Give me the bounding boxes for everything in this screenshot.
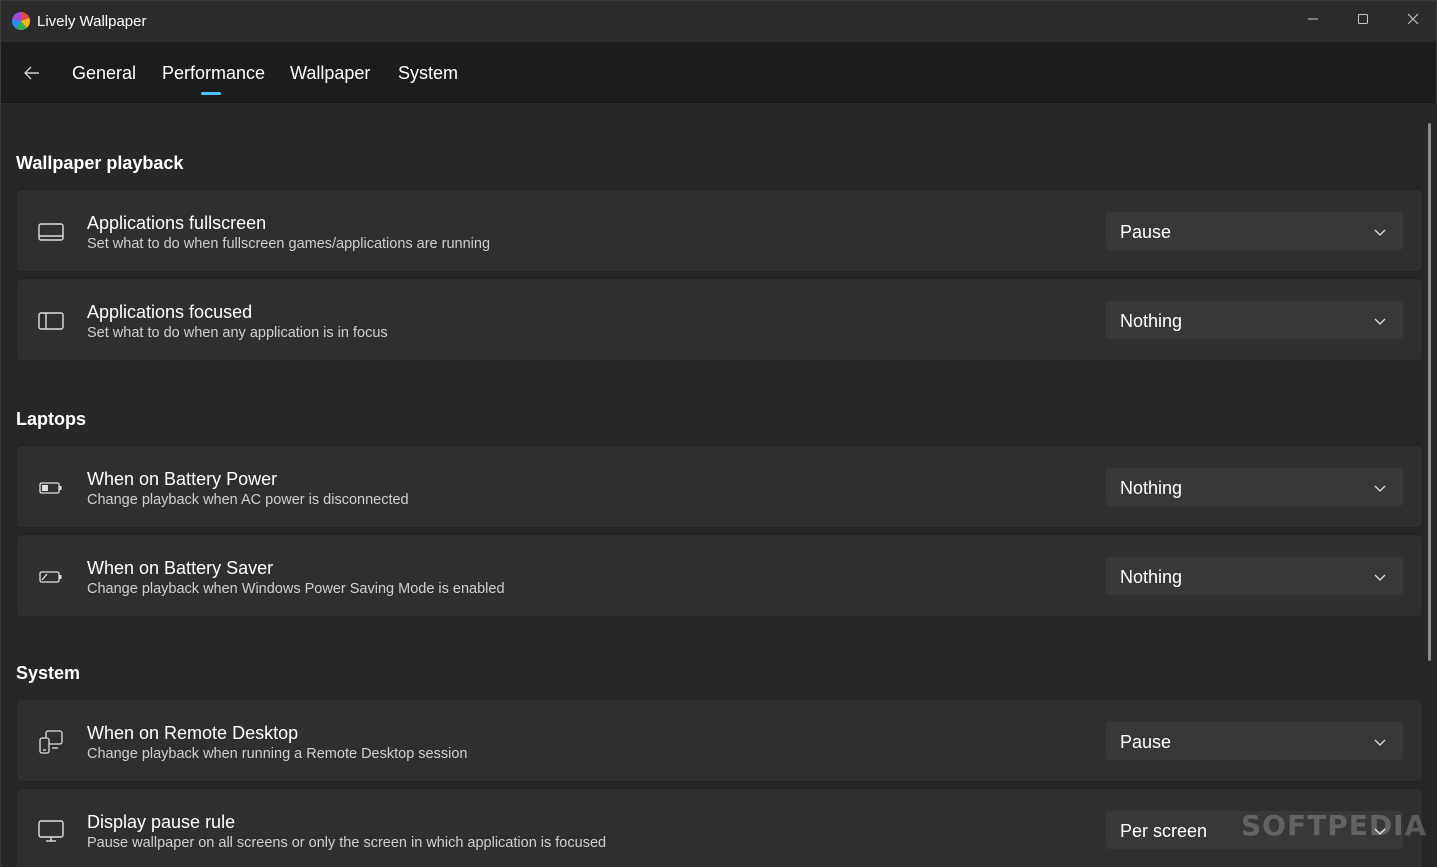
close-icon [1407, 13, 1419, 25]
window-title: Lively Wallpaper [37, 13, 147, 30]
dropdown-value: Per screen [1120, 821, 1208, 841]
setting-title: When on Battery Saver [87, 558, 274, 578]
fullscreen-action-dropdown[interactable]: Pause [1105, 211, 1404, 251]
setting-applications-fullscreen: Applications fullscreen Set what to do w… [16, 189, 1423, 272]
setting-title: When on Battery Power [87, 469, 278, 489]
setting-title: When on Remote Desktop [87, 723, 299, 743]
close-button[interactable] [1388, 1, 1437, 37]
battery-icon [37, 474, 65, 502]
setting-title: Applications fullscreen [87, 213, 267, 233]
setting-title: Applications focused [87, 302, 253, 322]
setting-description: Change playback when running a Remote De… [87, 746, 468, 762]
chevron-down-icon [1374, 485, 1386, 492]
dropdown-value: Pause [1120, 222, 1172, 242]
maximize-button[interactable] [1338, 1, 1388, 37]
monitor-icon [37, 817, 65, 845]
dropdown-value: Nothing [1120, 311, 1183, 331]
setting-battery-saver: When on Battery Saver Change playback wh… [16, 534, 1423, 617]
minimize-icon [1308, 18, 1318, 20]
remote-desktop-dropdown[interactable]: Pause [1105, 721, 1404, 761]
battery-saver-icon [37, 563, 65, 591]
setting-description: Change playback when AC power is disconn… [87, 492, 409, 508]
setting-description: Pause wallpaper on all screens or only t… [87, 835, 607, 851]
minimize-button[interactable] [1288, 1, 1338, 37]
tab-performance[interactable]: Performance [162, 63, 265, 89]
battery-power-dropdown[interactable]: Nothing [1105, 467, 1404, 507]
lively-logo-icon [12, 12, 30, 30]
title-bar[interactable]: Lively Wallpaper [1, 1, 1436, 42]
softpedia-watermark: SOFTPEDIA [1241, 809, 1428, 842]
section-title-system: System [16, 663, 81, 683]
setting-title: Display pause rule [87, 812, 236, 832]
setting-battery-power: When on Battery Power Change playback wh… [16, 445, 1423, 528]
dropdown-value: Pause [1120, 732, 1172, 752]
section-title-wallpaper-playback: Wallpaper playback [16, 153, 184, 173]
dropdown-value: Nothing [1120, 478, 1183, 498]
remote-desktop-icon [37, 728, 65, 756]
focused-action-dropdown[interactable]: Nothing [1105, 300, 1404, 340]
chevron-down-icon [1374, 229, 1386, 236]
section-title-laptops: Laptops [16, 409, 86, 429]
chevron-down-icon [1374, 318, 1386, 325]
vertical-scrollbar[interactable] [1428, 123, 1431, 661]
tab-system[interactable]: System [398, 63, 458, 89]
settings-content[interactable]: Wallpaper playback Applications fullscre… [1, 103, 1437, 867]
dropdown-value: Nothing [1120, 567, 1183, 587]
focused-window-icon [37, 307, 65, 335]
setting-description: Set what to do when fullscreen games/app… [87, 236, 491, 252]
back-arrow-icon [24, 66, 39, 80]
navigation-bar: General Performance Wallpaper System [1, 42, 1436, 103]
chevron-down-icon [1374, 739, 1386, 746]
tab-wallpaper[interactable]: Wallpaper [290, 63, 370, 89]
setting-display-pause-rule: Display pause rule Pause wallpaper on al… [16, 788, 1423, 867]
setting-description: Change playback when Windows Power Savin… [87, 581, 505, 597]
app-window: Lively Wallpaper General Performance Wal… [0, 0, 1437, 867]
setting-applications-focused: Applications focused Set what to do when… [16, 278, 1423, 361]
battery-saver-dropdown[interactable]: Nothing [1105, 556, 1404, 596]
setting-description: Set what to do when any application is i… [87, 325, 388, 341]
chevron-down-icon [1374, 574, 1386, 581]
selected-tab-indicator [201, 92, 221, 95]
tab-general[interactable]: General [72, 63, 136, 89]
back-button[interactable] [17, 58, 47, 88]
setting-remote-desktop: When on Remote Desktop Change playback w… [16, 699, 1423, 782]
fullscreen-window-icon [37, 218, 65, 246]
maximize-icon [1358, 14, 1368, 24]
